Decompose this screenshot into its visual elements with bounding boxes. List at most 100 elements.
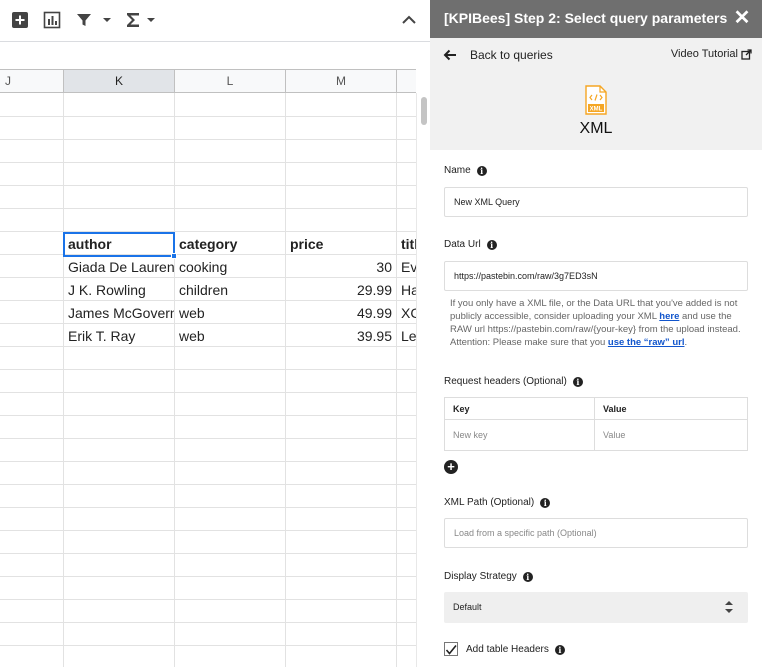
cell-price[interactable]: 49.99 [286, 302, 396, 325]
gridline [0, 530, 416, 531]
request-headers-label-text: Request headers (Optional) [444, 376, 567, 387]
video-tutorial-link[interactable]: Video Tutorial [671, 48, 752, 60]
gridline [0, 461, 416, 462]
info-icon[interactable]: i [486, 239, 497, 250]
cell-title[interactable]: Le [397, 325, 416, 348]
gridline [0, 231, 416, 232]
xml-path-input[interactable]: Load from a specific path (Optional) [444, 518, 748, 548]
cell-price[interactable]: 30 [286, 256, 396, 279]
filter-icon[interactable] [73, 8, 95, 32]
cell-category[interactable]: children [175, 279, 285, 302]
filter-dropdown-icon[interactable] [100, 8, 114, 32]
cell-title[interactable]: Ev [397, 256, 416, 279]
cell-author[interactable]: James McGovern [64, 302, 174, 325]
column-header-m[interactable]: M [286, 70, 397, 92]
name-label-text: Name [444, 165, 471, 176]
value-column-header: Value [603, 403, 627, 414]
vertical-scrollbar[interactable] [416, 93, 430, 667]
gridline [0, 139, 416, 140]
header-key-input[interactable]: New key [445, 420, 595, 450]
panel-title: [KPIBees] Step 2: Select query parameter… [444, 10, 728, 26]
cell-title[interactable]: Ha [397, 279, 416, 302]
cell-category[interactable]: web [175, 302, 285, 325]
kpibees-side-panel: [KPIBees] Step 2: Select query parameter… [430, 0, 762, 667]
info-icon[interactable]: i [554, 644, 565, 655]
xml-icon-text: XML [590, 107, 603, 113]
cell-price[interactable]: 29.99 [286, 279, 396, 302]
info-icon[interactable]: i [572, 376, 583, 387]
source-type-label: XML [579, 120, 613, 137]
data-url-label-text: Data Url [444, 239, 481, 250]
cell-category-header[interactable]: category [175, 233, 285, 256]
back-to-queries-link[interactable]: Back to queries [470, 48, 553, 62]
gridline [0, 185, 416, 186]
functions-dropdown-icon[interactable] [144, 8, 158, 32]
name-field-label: Name i [444, 165, 487, 176]
gridline [0, 645, 416, 646]
column-header-n[interactable] [397, 70, 416, 92]
select-caret-icon [725, 601, 733, 613]
cell-title-header[interactable]: titl [397, 233, 416, 256]
insert-comment-icon[interactable] [9, 8, 31, 32]
info-icon[interactable]: i [476, 165, 487, 176]
external-link-icon [741, 48, 752, 60]
cell-author[interactable]: Giada De Laurentiis [64, 256, 174, 279]
gridline [63, 93, 64, 667]
header-value-input[interactable]: Value [595, 420, 747, 450]
data-url-input[interactable]: https://pastebin.com/raw/3g7ED3sN [444, 261, 748, 291]
gridline [0, 484, 416, 485]
add-table-headers-checkbox[interactable] [444, 642, 458, 656]
display-strategy-select[interactable]: Default [444, 592, 748, 623]
column-header-k[interactable]: K [64, 70, 175, 92]
info-icon[interactable]: i [540, 497, 551, 508]
panel-header: Back to queries Video Tutorial XML XML [430, 38, 762, 150]
add-header-icon[interactable]: + [444, 460, 458, 474]
fill-handle[interactable] [171, 253, 177, 259]
gridline [0, 162, 416, 163]
display-strategy-label-text: Display Strategy [444, 571, 517, 582]
cell-category[interactable]: web [175, 325, 285, 348]
cell-author[interactable]: Erik T. Ray [64, 325, 174, 348]
gridline [0, 369, 416, 370]
help-text-part: . [684, 337, 688, 348]
column-header-l[interactable]: L [175, 70, 286, 92]
checkmark-icon [445, 644, 457, 655]
use-raw-url-link[interactable]: use the “raw” url [608, 337, 685, 348]
request-headers-table: Key Value New key Value [444, 397, 748, 451]
query-form: Name i New XML Query Data Url i https://… [430, 150, 762, 667]
info-icon[interactable]: i [522, 571, 533, 582]
close-icon[interactable]: ✕ [732, 8, 752, 28]
gridline [285, 93, 286, 667]
cell-price-header[interactable]: price [286, 233, 396, 256]
xml-path-label: XML Path (Optional) i [444, 497, 551, 508]
request-headers-label: Request headers (Optional) i [444, 376, 583, 387]
insert-chart-icon[interactable] [41, 8, 63, 32]
data-url-help-text: If you only have a XML file, or the Data… [450, 297, 742, 349]
cell-grid[interactable]: author category price titl Giada De Laur… [0, 93, 416, 667]
gridline [0, 599, 416, 600]
back-arrow-icon[interactable] [442, 47, 458, 63]
gridline [0, 415, 416, 416]
headers-table-row: New key Value [445, 420, 747, 450]
column-header-j[interactable]: J [0, 70, 64, 92]
display-strategy-value: Default [453, 602, 482, 612]
key-column-header: Key [445, 398, 595, 419]
xml-path-label-text: XML Path (Optional) [444, 497, 535, 508]
gridline [0, 208, 416, 209]
name-input[interactable]: New XML Query [444, 187, 748, 217]
headers-table-head: Key Value [445, 398, 747, 420]
app-root: J K L M author category price tit Giada … [0, 0, 762, 667]
upload-here-link[interactable]: here [659, 311, 679, 322]
cell-title[interactable]: XC [397, 302, 416, 325]
cell-author-header[interactable]: author [64, 233, 174, 256]
sum-functions-icon[interactable] [122, 8, 144, 32]
cell-price[interactable]: 39.95 [286, 325, 396, 348]
add-table-headers-label: Add table Headers i [466, 644, 565, 655]
gridline [0, 622, 416, 623]
cell-category[interactable]: cooking [175, 256, 285, 279]
scrollbar-thumb[interactable] [421, 97, 427, 125]
cell-author[interactable]: J K. Rowling [64, 279, 174, 302]
collapse-toolbar-icon[interactable] [398, 8, 420, 32]
xml-file-icon: XML [585, 85, 607, 115]
gridline [174, 93, 175, 667]
